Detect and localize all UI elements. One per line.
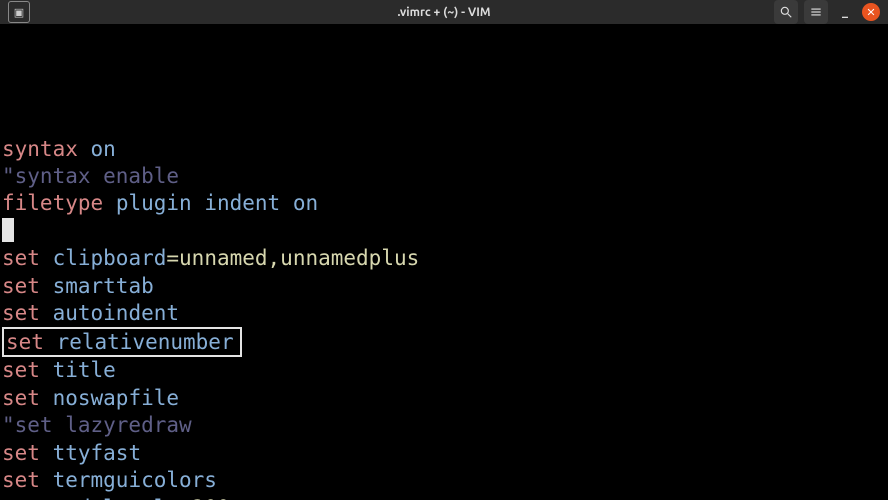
editor-line: set noswapfile: [0, 385, 888, 412]
close-button[interactable]: [862, 3, 880, 21]
terminal-icon: ▣: [8, 1, 30, 23]
hamburger-icon: [809, 5, 823, 19]
editor-line: set title: [0, 357, 888, 384]
menu-button[interactable]: [804, 0, 828, 24]
editor-line: set autoindent: [0, 300, 888, 327]
editor-area[interactable]: syntax on"syntax enablefiletype plugin i…: [0, 24, 888, 500]
editor-line: [0, 218, 888, 245]
titlebar-left: ▣: [0, 1, 30, 23]
close-icon: [866, 7, 876, 17]
editor-line: "set lazyredraw: [0, 412, 888, 439]
cursor: [2, 218, 14, 242]
editor-line: set undolevels=200: [0, 495, 888, 500]
editor-line: set termguicolors: [0, 467, 888, 494]
minimize-button[interactable]: _: [834, 1, 856, 23]
title-bar: ▣ .vimrc + (~) - VIM _: [0, 0, 888, 24]
editor-line: "syntax enable: [0, 163, 888, 190]
editor-line: filetype plugin indent on: [0, 190, 888, 217]
titlebar-right: _: [774, 0, 888, 24]
editor-line: set smarttab: [0, 273, 888, 300]
editor-line: set ttyfast: [0, 440, 888, 467]
window-title: .vimrc + (~) - VIM: [0, 6, 888, 19]
editor-line: set clipboard=unnamed,unnamedplus: [0, 245, 888, 272]
search-icon: [779, 5, 793, 19]
search-button[interactable]: [774, 0, 798, 24]
editor-line: syntax on: [0, 136, 888, 163]
editor-line: set relativenumber: [0, 327, 888, 357]
